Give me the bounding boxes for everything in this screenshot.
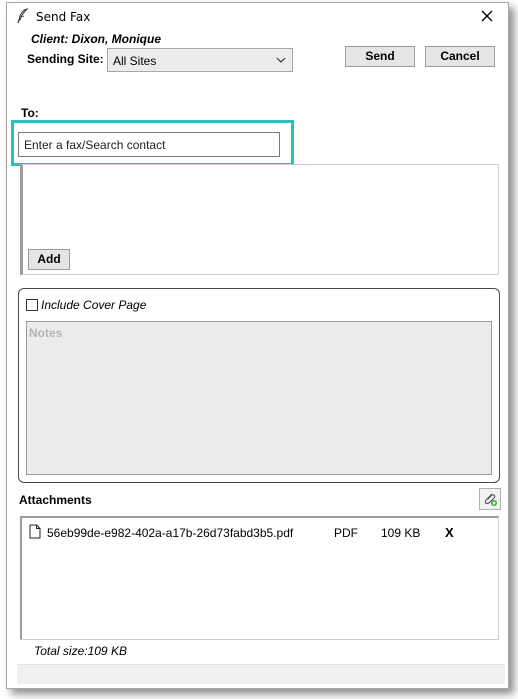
attachments-label: Attachments bbox=[19, 493, 92, 507]
to-label: To: bbox=[21, 106, 39, 120]
sending-site-select[interactable]: All Sites bbox=[107, 48, 293, 72]
fax-search-input[interactable] bbox=[18, 132, 280, 157]
attachment-list: 56eb99de-e982-402a-a17b-26d73fabd3b5.pdf… bbox=[20, 516, 499, 640]
attachment-file-type: PDF bbox=[334, 526, 358, 540]
total-size: Total size:109 KB bbox=[34, 644, 127, 658]
paperclip-add-icon bbox=[484, 493, 497, 506]
cover-page-group: Include Cover Page Notes bbox=[18, 288, 500, 483]
add-recipient-button[interactable]: Add bbox=[28, 249, 70, 270]
notes-placeholder: Notes bbox=[29, 326, 63, 340]
attachment-file-size: 109 KB bbox=[381, 526, 421, 540]
chevron-down-icon bbox=[276, 57, 286, 63]
recipient-list bbox=[20, 164, 499, 275]
quill-pen-icon bbox=[17, 8, 29, 24]
file-icon bbox=[29, 524, 41, 539]
remove-attachment-button[interactable]: X bbox=[445, 525, 454, 540]
attachment-file-name: 56eb99de-e982-402a-a17b-26d73fabd3b5.pdf bbox=[47, 526, 294, 540]
notes-textarea[interactable]: Notes bbox=[26, 321, 492, 475]
title-bar: Send Fax bbox=[7, 3, 508, 29]
send-button[interactable]: Send bbox=[345, 46, 415, 67]
status-strip bbox=[17, 664, 505, 684]
attachment-row: 56eb99de-e982-402a-a17b-26d73fabd3b5.pdf… bbox=[22, 524, 498, 542]
send-fax-dialog: Send Fax Client: Dixon, Monique Sending … bbox=[6, 2, 509, 689]
sending-site-value: All Sites bbox=[113, 54, 157, 68]
sending-site-label: Sending Site: bbox=[27, 52, 104, 66]
close-icon bbox=[481, 10, 493, 22]
close-button[interactable] bbox=[468, 3, 508, 29]
include-cover-page-checkbox[interactable] bbox=[26, 299, 38, 311]
include-cover-page-label[interactable]: Include Cover Page bbox=[41, 298, 146, 312]
window-title: Send Fax bbox=[36, 10, 91, 24]
add-attachment-button[interactable] bbox=[479, 488, 501, 510]
client-name: Client: Dixon, Monique bbox=[31, 32, 161, 46]
cancel-button[interactable]: Cancel bbox=[425, 46, 495, 67]
